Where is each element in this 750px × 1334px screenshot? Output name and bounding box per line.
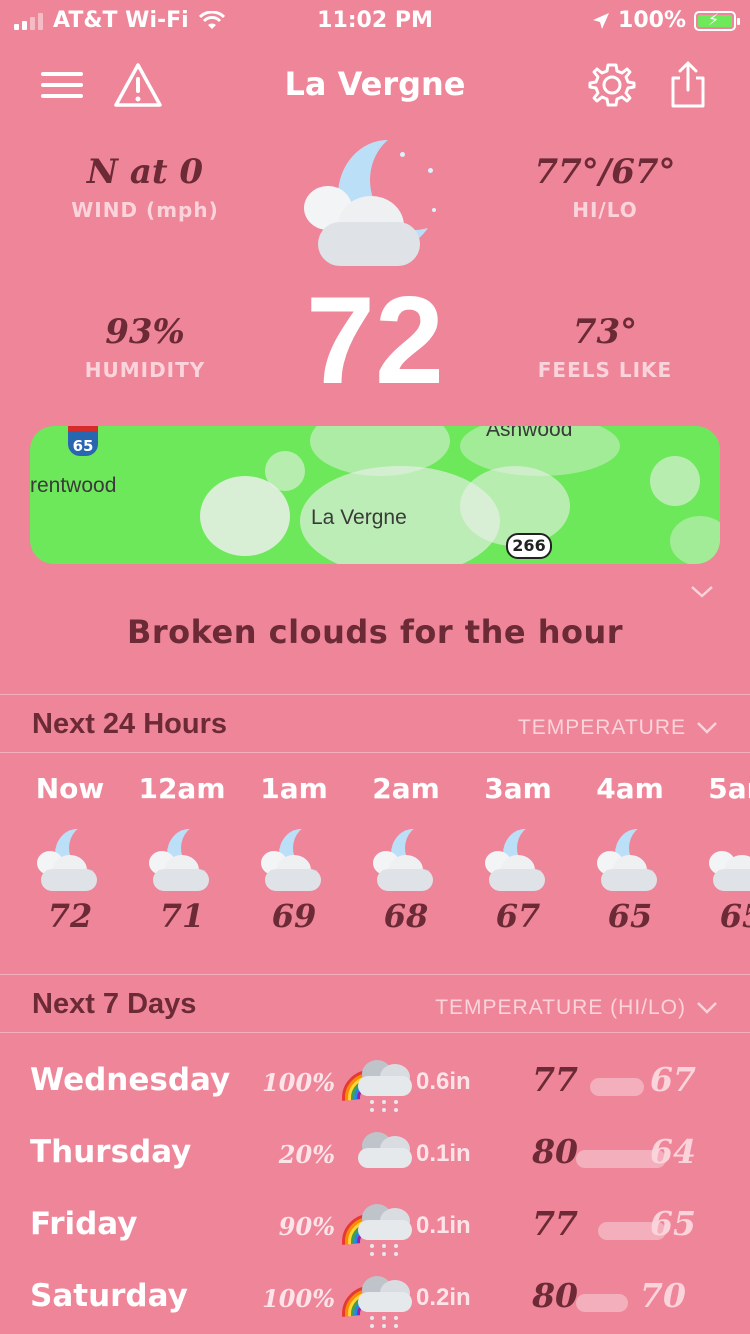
cloudy-night-icon <box>147 825 221 893</box>
rain-rainbow-icon <box>340 1056 412 1116</box>
app-header: La Vergne <box>0 55 750 115</box>
hourly-item[interactable]: 4am 65 <box>580 772 680 935</box>
low-temp: 65 <box>650 1204 696 1243</box>
hour-temp: 67 <box>495 897 541 935</box>
hour-temp: 65 <box>607 897 653 935</box>
day-name: Wednesday <box>30 1062 231 1098</box>
hour-temp: 68 <box>383 897 429 935</box>
precip-chance: 100% <box>262 1068 335 1097</box>
cloudy-night-icon <box>371 825 445 893</box>
high-temp: 80 <box>532 1132 578 1171</box>
divider <box>0 974 750 975</box>
high-temp: 77 <box>532 1204 578 1243</box>
rain-rainbow-icon <box>340 1200 412 1260</box>
daily-title: Next 7 Days <box>32 988 197 1020</box>
hourly-item[interactable]: 1am 69 <box>244 772 344 935</box>
hourly-item[interactable]: 5am 65 <box>692 772 750 935</box>
high-temp: 80 <box>532 1276 578 1315</box>
cloudy-icon <box>340 1128 412 1188</box>
divider <box>0 694 750 695</box>
status-bar: AT&T Wi-Fi 11:02 PM 100% ⚡ <box>0 0 750 40</box>
day-name: Friday <box>30 1206 138 1242</box>
rain-rainbow-icon <box>340 1272 412 1332</box>
map-label-ashwood: Ashwood <box>486 426 573 441</box>
wind-stat: N at 0 WIND (mph) <box>60 152 230 222</box>
hour-temp: 65 <box>719 897 750 935</box>
feels-like-value: 73° <box>572 312 638 352</box>
precip-amount: 0.1in <box>416 1212 471 1239</box>
hilo-label: HI/LO <box>572 198 638 222</box>
hour-label: 12am <box>138 772 226 805</box>
daily-selector-label: TEMPERATURE (HI/LO) <box>435 996 686 1019</box>
battery-percent: 100% <box>618 8 686 33</box>
location-arrow-icon <box>593 12 610 29</box>
battery-icon: ⚡ <box>694 10 740 31</box>
hour-label: 3am <box>484 772 552 805</box>
low-temp: 67 <box>650 1060 696 1099</box>
hourly-title: Next 24 Hours <box>32 708 228 740</box>
hourly-selector-label: TEMPERATURE <box>517 716 686 739</box>
hourly-item[interactable]: 3am 67 <box>468 772 568 935</box>
map-label-la-vergne: La Vergne <box>311 506 407 529</box>
wind-label: WIND (mph) <box>71 198 219 222</box>
feels-like-stat: 73° FEELS LIKE <box>520 312 690 382</box>
cloudy-night-icon <box>483 825 557 893</box>
hourly-selector[interactable]: TEMPERATURE <box>518 716 718 740</box>
hourly-item[interactable]: 2am 68 <box>356 772 456 935</box>
precip-amount: 0.2in <box>416 1284 471 1311</box>
cloudy-night-icon <box>259 825 333 893</box>
daily-row[interactable]: Saturday 100% 0.2in 80 70 <box>0 1272 750 1332</box>
gear-icon[interactable] <box>586 59 638 111</box>
chevron-down-icon <box>697 1002 717 1014</box>
high-temp: 77 <box>532 1060 578 1099</box>
wind-value: N at 0 <box>86 152 204 192</box>
day-name: Thursday <box>30 1134 192 1170</box>
day-name: Saturday <box>30 1278 188 1314</box>
hour-temp: 69 <box>271 897 317 935</box>
hour-label: 2am <box>372 772 440 805</box>
precip-chance: 20% <box>278 1140 335 1169</box>
temp-range-bar <box>590 1078 644 1096</box>
hour-temp: 72 <box>47 897 93 935</box>
hour-temp: 71 <box>159 897 205 935</box>
hilo-stat: 77°/67° HI/LO <box>520 152 690 222</box>
chevron-down-icon[interactable] <box>690 580 714 605</box>
hourly-item[interactable]: Now 72 <box>20 772 120 935</box>
conditions-summary: Broken clouds for the hour <box>126 613 624 651</box>
cloudy-night-icon <box>595 825 669 893</box>
map-label-brentwood: rentwood <box>30 474 117 497</box>
precip-amount: 0.6in <box>416 1068 471 1095</box>
chevron-down-icon <box>697 722 717 734</box>
cloudy-night-icon <box>35 825 109 893</box>
daily-selector[interactable]: TEMPERATURE (HI/LO) <box>435 996 718 1020</box>
cloudy-icon <box>707 829 750 893</box>
route-shield: 266 <box>506 533 552 559</box>
share-icon[interactable] <box>662 59 714 111</box>
daily-row[interactable]: Wednesday 100% 0.6in 77 67 <box>0 1056 750 1116</box>
low-temp: 70 <box>640 1276 686 1315</box>
radar-map[interactable]: 65 Ashwood rentwood La Vergne 266 <box>30 426 720 564</box>
hourly-item[interactable]: 12am 71 <box>132 772 232 935</box>
divider <box>0 1032 750 1033</box>
feels-like-label: FEELS LIKE <box>537 358 673 382</box>
hilo-value: 77°/67° <box>534 152 676 192</box>
hour-label: 5am <box>708 772 750 805</box>
cloudy-night-icon <box>300 130 460 270</box>
hour-label: Now <box>35 772 105 805</box>
precip-amount: 0.1in <box>416 1140 471 1167</box>
low-temp: 64 <box>650 1132 696 1171</box>
hour-label: 4am <box>596 772 664 805</box>
daily-row[interactable]: Friday 90% 0.1in 77 65 <box>0 1200 750 1260</box>
hour-label: 1am <box>260 772 328 805</box>
precip-chance: 90% <box>278 1212 335 1241</box>
precip-chance: 100% <box>262 1284 335 1313</box>
temp-range-bar <box>576 1294 628 1312</box>
daily-row[interactable]: Thursday 20% 0.1in 80 64 <box>0 1128 750 1188</box>
divider <box>0 752 750 753</box>
interstate-shield: 65 <box>68 426 98 456</box>
